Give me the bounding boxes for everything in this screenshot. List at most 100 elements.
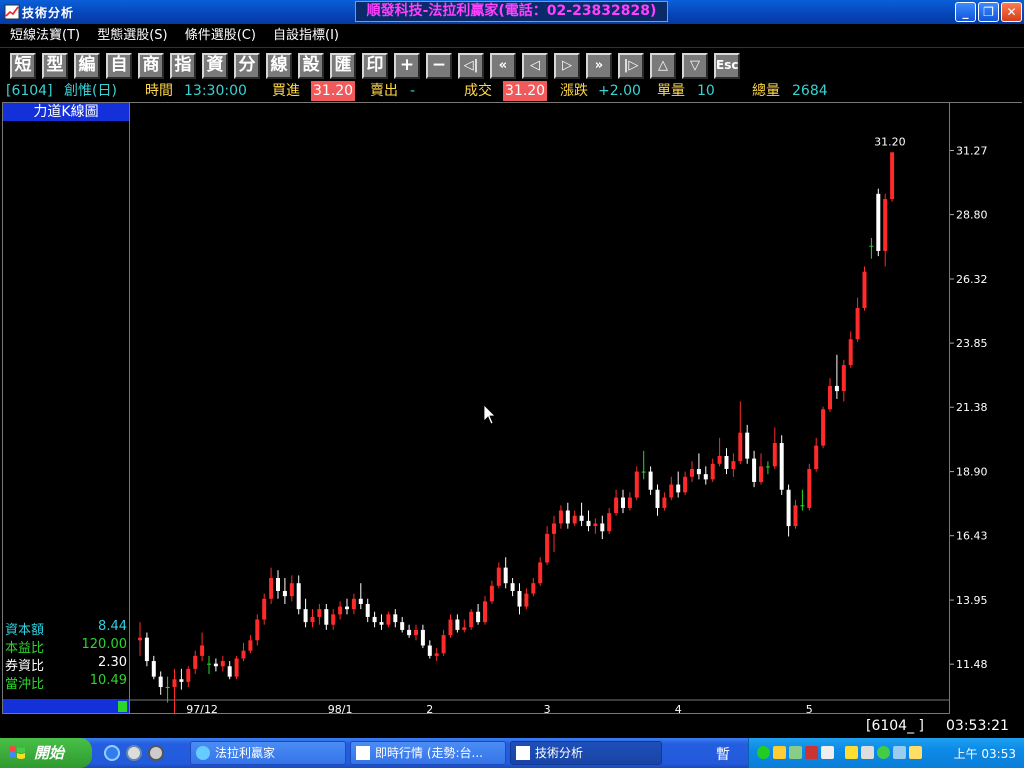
candle-body xyxy=(207,663,211,665)
fast-forward-button[interactable]: » xyxy=(586,53,612,79)
candle-body xyxy=(634,471,639,498)
candle-body xyxy=(151,661,156,677)
windows-taskbar: 開始 法拉利贏家 即時行情 (走勢:台... 技術分析 暫 上午 03:53 xyxy=(0,738,1024,768)
panel-scroll-bar[interactable] xyxy=(3,699,129,713)
media-quicklaunch-icon[interactable] xyxy=(126,745,142,761)
tool-button-line[interactable]: 線 xyxy=(266,53,292,79)
tool-button-self[interactable]: 自 xyxy=(106,53,132,79)
tool-button-edit[interactable]: 編 xyxy=(74,53,100,79)
x-tick-label: 98/1 xyxy=(328,703,353,715)
tool-button-print[interactable]: 印 xyxy=(362,53,388,79)
tray-app-icon[interactable] xyxy=(861,746,874,759)
candle-body xyxy=(710,463,715,480)
ime-indicator[interactable]: 暫 xyxy=(716,744,730,764)
candlestick-chart-panel[interactable]: 97/1298/12345 31.20 9.60 xyxy=(130,102,950,732)
candle-body xyxy=(641,471,646,473)
go-last-button[interactable]: |▷ xyxy=(618,53,644,79)
x-tick-label: 3 xyxy=(544,703,551,715)
move-up-button[interactable]: △ xyxy=(650,53,676,79)
candle-body xyxy=(269,578,274,599)
zoom-in-button[interactable]: + xyxy=(394,53,420,79)
chart-type-title[interactable]: 力道K線圖 xyxy=(3,103,129,121)
candle-body xyxy=(786,489,791,527)
escape-button[interactable]: Esc xyxy=(714,53,740,79)
task-realtime-quote[interactable]: 即時行情 (走勢:台... xyxy=(350,741,506,765)
stat-value: 2.30 xyxy=(98,655,127,670)
tool-button-export[interactable]: 匯 xyxy=(330,53,356,79)
tool-button-short[interactable]: 短 xyxy=(10,53,36,79)
tray-app-icon[interactable] xyxy=(909,746,922,759)
menu-pattern-screen[interactable]: 型態選股(S) xyxy=(91,25,173,47)
toolbar: 短 型 編 自 商 指 資 分 線 設 匯 印 + − ◁| « ◁ ▷ » |… xyxy=(0,47,1024,81)
candle-body xyxy=(841,365,846,392)
tray-app-icon[interactable] xyxy=(773,746,786,759)
candle-body xyxy=(158,676,163,688)
zoom-out-button[interactable]: − xyxy=(426,53,452,79)
tool-button-settings[interactable]: 設 xyxy=(298,53,324,79)
menu-short-line-tools[interactable]: 短線法寶(T) xyxy=(4,25,86,47)
candle-body xyxy=(483,601,487,623)
y-tick-label: 11.48 xyxy=(956,658,988,671)
candle-body xyxy=(828,385,832,410)
y-tick-label: 21.38 xyxy=(956,401,988,414)
tool-button-pattern[interactable]: 型 xyxy=(42,53,68,79)
start-button[interactable]: 開始 xyxy=(0,738,92,768)
menu-condition-screen[interactable]: 條件選股(C) xyxy=(179,25,262,47)
candle-body xyxy=(462,627,467,630)
candle-body xyxy=(793,505,798,527)
tray-app-icon[interactable] xyxy=(821,746,834,759)
deal-label: 成交 xyxy=(464,83,492,99)
candlestick-chart[interactable]: 97/1298/12345 31.20 9.60 xyxy=(130,103,950,732)
task-label: 技術分析 xyxy=(535,746,584,760)
candle-body xyxy=(531,583,536,594)
ie-quicklaunch-icon[interactable] xyxy=(104,745,120,761)
start-label: 開始 xyxy=(34,744,65,762)
candle-body xyxy=(621,497,625,508)
task-ferrari-winner[interactable]: 法拉利贏家 xyxy=(190,741,346,765)
volume-icon[interactable] xyxy=(893,746,906,759)
tool-button-data[interactable]: 資 xyxy=(202,53,228,79)
x-tick-label: 2 xyxy=(426,703,433,715)
code-input-box[interactable]: [6104_ ] xyxy=(866,718,924,734)
tray-app-icon[interactable] xyxy=(877,746,890,759)
title-bar[interactable]: 技術分析 順發科技-法拉利贏家(電話：02-23832828) _ ❐ ✕ xyxy=(0,0,1024,24)
tool-button-period[interactable]: 分 xyxy=(234,53,260,79)
go-first-button[interactable]: ◁| xyxy=(458,53,484,79)
candle-body xyxy=(586,520,591,527)
fast-back-button[interactable]: « xyxy=(490,53,516,79)
network-icon[interactable] xyxy=(757,746,770,759)
stat-value: 120.00 xyxy=(81,637,128,652)
windows-flag-icon xyxy=(9,746,25,759)
stat-label: 當沖比 xyxy=(5,677,45,692)
step-forward-button[interactable]: ▷ xyxy=(554,53,580,79)
candle-body xyxy=(345,606,349,610)
tray-app-icon[interactable] xyxy=(845,746,858,759)
antivirus-icon[interactable] xyxy=(805,746,818,759)
scroll-thumb[interactable] xyxy=(118,701,127,712)
candle-body xyxy=(441,635,446,654)
candle-body xyxy=(648,471,653,490)
stat-value: 8.44 xyxy=(98,619,127,634)
step-back-button[interactable]: ◁ xyxy=(522,53,548,79)
player-quicklaunch-icon[interactable] xyxy=(148,745,164,761)
candle-body xyxy=(227,666,232,677)
candle-body xyxy=(565,510,570,524)
menu-custom-indicator[interactable]: 自設指標(I) xyxy=(267,25,345,47)
maximize-button[interactable]: ❐ xyxy=(978,2,999,22)
tool-button-index[interactable]: 指 xyxy=(170,53,196,79)
unit-volume-label: 單量 xyxy=(657,83,685,99)
candle-body xyxy=(558,510,563,524)
candle-body xyxy=(765,466,770,468)
close-button[interactable]: ✕ xyxy=(1001,2,1022,22)
tray-app-icon[interactable] xyxy=(789,746,802,759)
move-down-button[interactable]: ▽ xyxy=(682,53,708,79)
candle-body xyxy=(496,567,501,586)
task-technical-analysis[interactable]: 技術分析 xyxy=(510,741,662,765)
candle-body xyxy=(310,616,315,623)
minimize-button[interactable]: _ xyxy=(955,2,976,22)
system-tray: 上午 03:53 xyxy=(748,738,1024,768)
tool-button-commodity[interactable]: 商 xyxy=(138,53,164,79)
candle-body xyxy=(579,515,584,521)
candle-body xyxy=(890,152,895,200)
candle-body xyxy=(489,585,494,602)
